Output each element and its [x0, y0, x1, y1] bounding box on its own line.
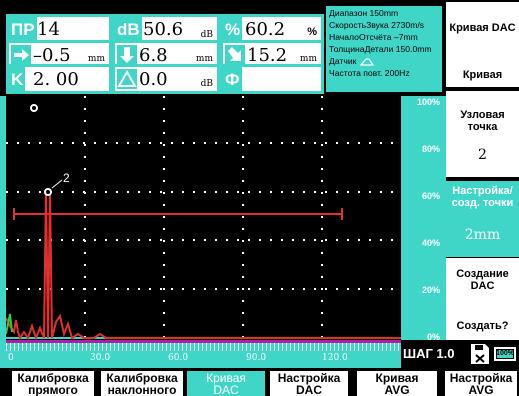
scale-20: 20%: [421, 285, 440, 295]
menu-dac-curve-value: Кривая: [462, 69, 503, 81]
readout-delta: 0.0 dB: [112, 64, 220, 94]
scale-80: 80%: [421, 144, 440, 154]
gate-marker: [13, 208, 343, 220]
pr-label: ПР: [9, 17, 37, 42]
tab-calibration-angle-line2: наклонного: [107, 383, 177, 396]
scale-40: 40%: [421, 238, 440, 248]
menu-create-dac-title: Создание DAC: [456, 268, 509, 292]
tab-calibration-straight[interactable]: Калибровка прямого: [12, 371, 94, 396]
info-prf: Частота повт. 200Hz: [329, 68, 410, 79]
tab-dac-curve-line2: DAC: [213, 383, 239, 396]
probe-icon: [359, 58, 374, 66]
initial-pulse: [5, 313, 13, 335]
menu-create-dac[interactable]: Создание DAC Создать?: [446, 258, 519, 340]
menu-dac-curve-title: Кривая DAC: [449, 22, 516, 34]
info-zero-offset: НачалоОтсчёта –7mm: [329, 32, 418, 43]
scale-60: 60%: [421, 191, 440, 201]
settings-info: Диапазон 150mm СкоростьЗвука 2730m/s Нач…: [326, 6, 442, 92]
readout-panel: ПР 14 dB 50.6 dB % 60.2 % –0.5 mm 6.8 mm…: [0, 0, 446, 96]
dac-point-1: [30, 104, 38, 112]
amplitude-unit: %: [307, 26, 317, 38]
info-probe: Датчик: [329, 55, 439, 67]
gain-unit: dB: [200, 30, 213, 40]
tab-avg-setup[interactable]: Настройка AVG: [445, 371, 517, 396]
menu-point-setup-value: 2mm: [464, 227, 501, 243]
hscale-30: 30.0: [90, 353, 111, 363]
delta-unit: dB: [200, 79, 213, 89]
info-velocity: СкоростьЗвука 2730m/s: [329, 20, 425, 31]
tab-calibration-straight-line2: прямого: [28, 383, 78, 396]
path-unit: mm: [87, 54, 105, 64]
depth-unit: mm: [195, 54, 213, 64]
menu-point-setup-title: Настройка/созд. точки: [451, 185, 514, 209]
hscale-90: 90.0: [246, 353, 267, 363]
info-thickness: ТолщинаДетали 150.0mm: [329, 44, 432, 55]
distance-scale: 0 30.0 60.0 90.0 120.0: [6, 340, 401, 368]
readout-phi: Ф: [220, 64, 324, 94]
menu-point-setup[interactable]: Настройка/созд. точки 2mm: [446, 181, 519, 257]
delta-icon: [117, 69, 137, 94]
amplitude-label: %: [223, 17, 243, 42]
delta-value: 0.0: [139, 69, 168, 90]
surface-distance-unit: mm: [299, 54, 317, 64]
amplitude-value: 60.2: [245, 19, 286, 40]
point-leader: [51, 179, 63, 189]
gain-label: dB: [115, 17, 142, 42]
menu-node-point-title: Узловая точка: [460, 109, 505, 133]
a-scan-plot: 2: [5, 96, 401, 341]
phi-label: Ф: [223, 67, 242, 91]
info-range: Диапазон 150mm: [329, 8, 399, 18]
battery-indicator: 100%: [494, 347, 516, 361]
hscale-60: 60.0: [168, 353, 189, 363]
menu-dac-curve[interactable]: Кривая DAC Кривая: [446, 2, 519, 87]
tab-avg-curve[interactable]: Кривая AVG: [357, 371, 437, 396]
gain-value: 50.6: [143, 19, 184, 40]
menu-create-dac-value: Создать?: [456, 320, 509, 332]
k-value: 2. 00: [33, 69, 79, 90]
hscale-120: 120.0: [322, 353, 348, 363]
distance-ticks: [6, 340, 401, 351]
tab-avg-setup-line2: AVG: [468, 383, 494, 396]
tab-avg-curve-line2: AVG: [384, 383, 410, 396]
tab-dac-curve[interactable]: Кривая DAC: [187, 371, 265, 396]
save-icon[interactable]: [470, 343, 490, 370]
hscale-0: 0: [8, 353, 14, 363]
bottom-menu: Калибровка прямого Калибровка наклонного…: [0, 368, 519, 396]
pr-value: 14: [37, 19, 60, 40]
readout-k: K 2. 00: [6, 64, 112, 94]
amplitude-scale: 100% 80% 60% 40% 20% 0%: [401, 96, 446, 342]
menu-node-point-value: 2: [478, 147, 487, 163]
step-indicator: ШАГ 1.0: [401, 340, 461, 368]
a-scan-display[interactable]: 2: [5, 96, 401, 341]
dac-point-label: 2: [63, 171, 70, 185]
scale-100: 100%: [416, 97, 440, 107]
k-label: K: [9, 67, 26, 91]
menu-node-point[interactable]: Узловая точка 2: [446, 91, 519, 177]
battery-label: 100%: [496, 350, 514, 357]
tab-calibration-angle[interactable]: Калибровка наклонного: [101, 371, 183, 396]
right-menu: Кривая DAC Кривая Узловая точка 2 Настро…: [446, 0, 519, 340]
tab-dac-setup-line2: DAC: [296, 383, 322, 396]
tab-dac-setup[interactable]: Настройка DAC: [270, 371, 348, 396]
dac-point-2: [44, 188, 52, 196]
